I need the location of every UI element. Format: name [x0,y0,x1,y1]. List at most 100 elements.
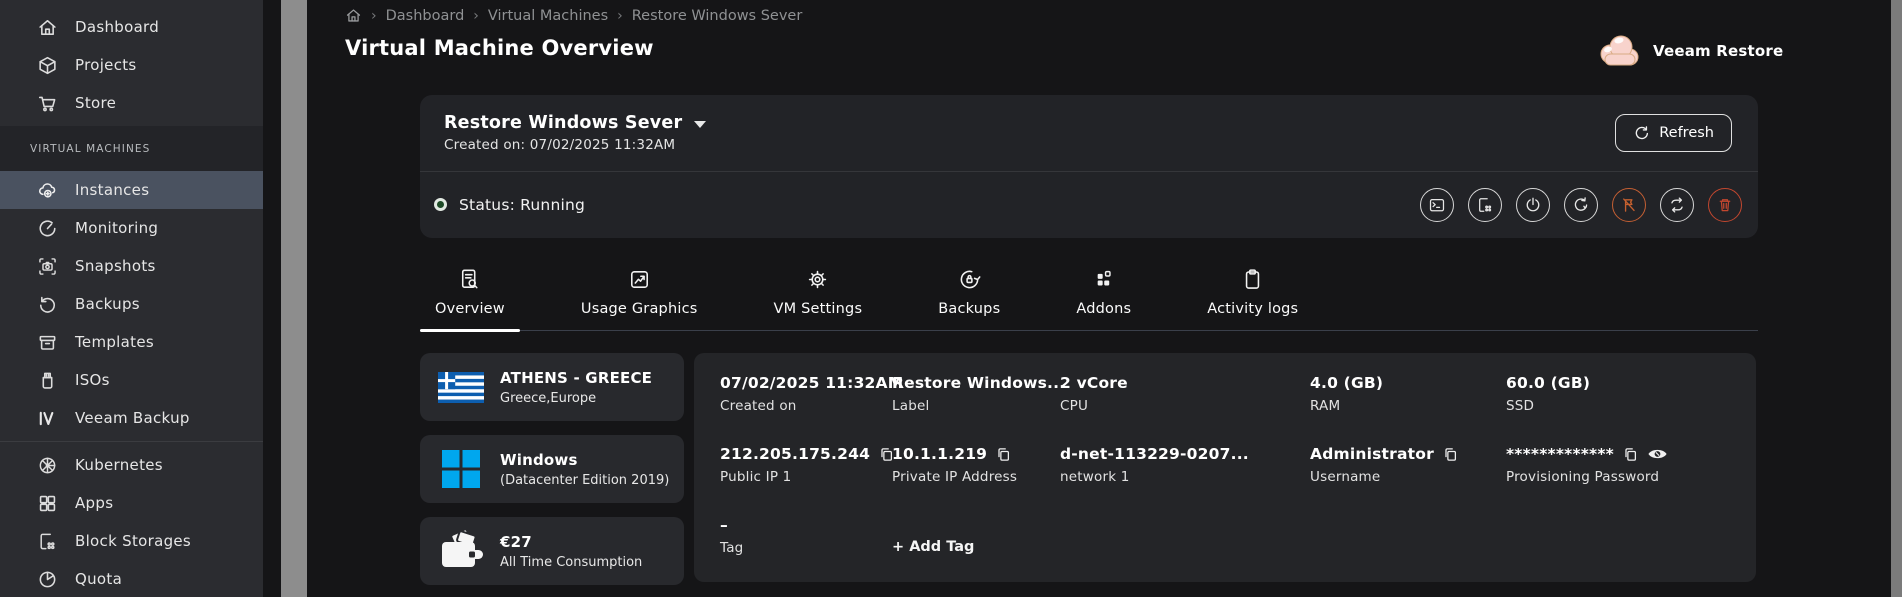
consumption-card[interactable]: €27 All Time Consumption [420,517,684,585]
page-title: Virtual Machine Overview [345,36,654,60]
network-label: network 1 [1060,469,1310,485]
copy-icon[interactable] [996,447,1011,462]
archive-box-icon [37,332,58,353]
sidebar-item-store[interactable]: Store [0,84,263,122]
disk-icon [37,370,58,391]
sidebar-item-label: Dashboard [75,18,159,36]
cart-icon [37,93,58,114]
sidebar-item-label: Quota [75,570,122,588]
sidebar-item-isos[interactable]: ISOs [0,361,263,399]
addons-icon [1091,267,1116,292]
ram-label: RAM [1310,398,1506,414]
page-scrollbar[interactable] [1891,0,1902,597]
sidebar-item-label: Snapshots [75,257,156,275]
vm-action-buttons [1420,188,1742,222]
sidebar-item-monitoring[interactable]: Monitoring [0,209,263,247]
sidebar-item-snapshots[interactable]: Snapshots [0,247,263,285]
sidebar-item-label: Apps [75,494,113,512]
cloud-plus-icon [37,180,58,201]
private-ip-label: Private IP Address [892,469,1060,485]
sidebar-item-label: ISOs [75,371,110,389]
sidebar-item-projects[interactable]: Projects [0,46,263,84]
ram-value: 4.0 (GB) [1310,374,1506,392]
veeam-icon [37,408,58,429]
breadcrumb: Dashboard Virtual Machines Restore Windo… [345,7,802,24]
pie-chart-icon [37,569,58,590]
refresh-icon [1633,125,1650,142]
created-on-value: 07/02/2025 11:32AM [720,374,892,392]
flag-disabled-button[interactable] [1612,188,1646,222]
sidebar-item-quota[interactable]: Quota [0,560,263,597]
power-button[interactable] [1516,188,1550,222]
sidebar-item-apps[interactable]: Apps [0,484,263,522]
region-card[interactable]: ATHENS - GREECE Greece,Europe [420,353,684,421]
sidebar-section-virtual-machines: VIRTUAL MACHINES [0,126,263,171]
sidebar-item-label: Block Storages [75,532,191,550]
copy-icon[interactable] [1443,447,1458,462]
tab-addons[interactable]: Addons [1061,258,1146,330]
sidebar-scrollbar[interactable] [281,0,307,597]
region-name: ATHENS - GREECE [500,369,652,387]
sidebar-item-label: Store [75,94,116,112]
veeam-cloud-icon [1598,32,1642,70]
vm-panel: Restore Windows Sever Created on: 07/02/… [420,95,1758,238]
windows-logo-icon [437,450,485,488]
sidebar-item-instances[interactable]: Instances [0,171,263,209]
console-button[interactable] [1420,188,1454,222]
wallet-icon [437,530,485,572]
sidebar-item-label: Templates [75,333,154,351]
gear-icon [805,267,830,292]
delete-button[interactable] [1708,188,1742,222]
add-tag-button[interactable]: + Add Tag [892,539,974,556]
sidebar-item-label: Veeam Backup [75,409,190,427]
storage-files-button[interactable] [1468,188,1502,222]
tab-backups[interactable]: Backups [923,258,1015,330]
breadcrumb-separator [617,8,623,24]
greece-flag-icon [437,372,485,403]
ssd-value: 60.0 (GB) [1506,374,1730,392]
os-edition: (Datacenter Edition 2019) [500,473,669,488]
sidebar-item-label: Kubernetes [75,456,163,474]
breadcrumb-separator [371,8,377,24]
transfer-button[interactable] [1660,188,1694,222]
eye-icon[interactable] [1647,446,1668,462]
tab-activity-logs[interactable]: Activity logs [1192,258,1313,330]
detail-row-1: 07/02/2025 11:32AM Created on Restore Wi… [720,374,1730,414]
password-value: ************* [1506,445,1614,463]
consumption-amount: €27 [500,533,642,551]
refresh-button[interactable]: Refresh [1615,114,1732,152]
breadcrumb-home-icon[interactable] [345,7,362,24]
sidebar-item-dashboard[interactable]: Dashboard [0,8,263,46]
os-name: Windows [500,451,669,469]
password-label: Provisioning Password [1506,469,1730,485]
gauge-icon [37,218,58,239]
os-card[interactable]: Windows (Datacenter Edition 2019) [420,435,684,503]
cube-icon [37,55,58,76]
sidebar-item-templates[interactable]: Templates [0,323,263,361]
restart-button[interactable] [1564,188,1598,222]
label-label: Label [892,398,1060,414]
sidebar-item-label: Backups [75,295,140,313]
kubernetes-wheel-icon [37,455,58,476]
overview-doc-icon [457,267,482,292]
vm-tabs: Overview Usage Graphics VM Settings Back… [420,258,1758,331]
sidebar-item-kubernetes[interactable]: Kubernetes [0,446,263,484]
private-ip-value: 10.1.1.219 [892,445,987,463]
breadcrumb-virtual-machines[interactable]: Virtual Machines [488,8,608,24]
vm-detail-card: 07/02/2025 11:32AM Created on Restore Wi… [694,353,1756,582]
sidebar-item-backups[interactable]: Backups [0,285,263,323]
copy-icon[interactable] [1623,447,1638,462]
sidebar-item-block-storages[interactable]: Block Storages [0,522,263,560]
tab-overview[interactable]: Overview [420,258,520,330]
tab-vm-settings[interactable]: VM Settings [759,258,878,330]
created-on-label: Created on [720,398,892,414]
backup-lock-icon [957,267,982,292]
summary-cards: ATHENS - GREECE Greece,Europe Windows (D… [420,353,684,585]
camera-icon [37,256,58,277]
sidebar-item-veeam-backup[interactable]: Veeam Backup [0,399,263,437]
clipboard-icon [1240,267,1265,292]
tab-usage-graphics[interactable]: Usage Graphics [566,258,713,330]
breadcrumb-dashboard[interactable]: Dashboard [386,8,465,24]
vm-name-dropdown[interactable]: Restore Windows Sever [444,113,706,133]
sidebar-item-label: Instances [75,181,149,199]
